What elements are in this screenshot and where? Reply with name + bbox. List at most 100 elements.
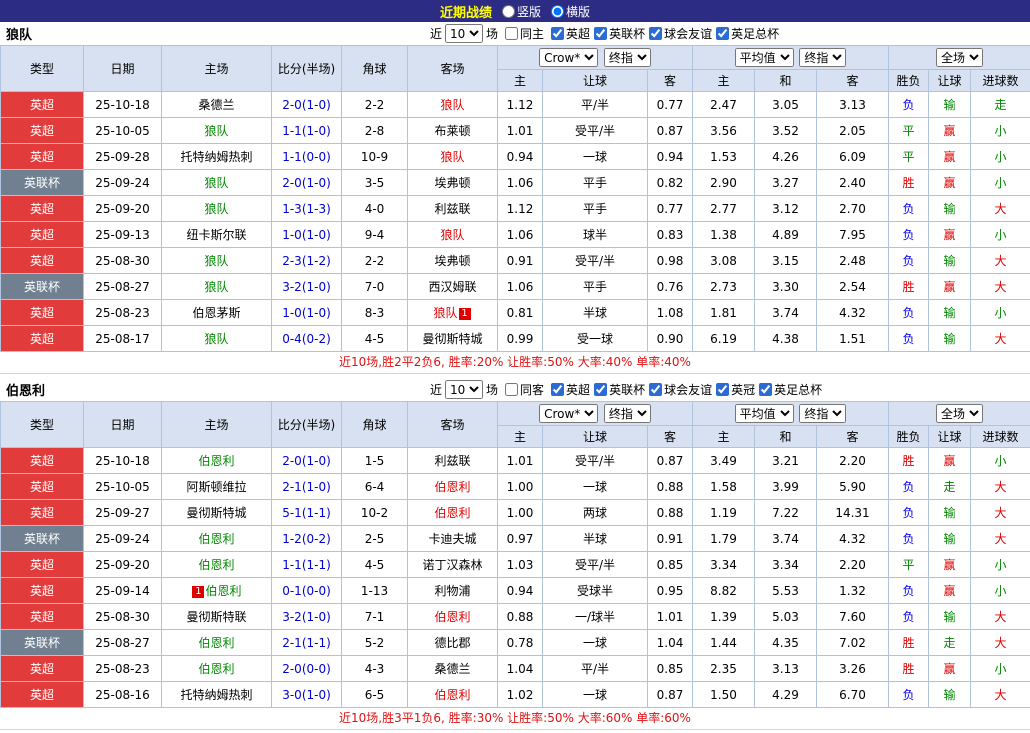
team-link[interactable]: 狼队 (440, 150, 464, 164)
score-cell[interactable]: 1-3(1-3) (272, 196, 342, 222)
team-link[interactable]: 托特纳姆热刺 (180, 150, 252, 164)
league-checkbox[interactable] (551, 383, 564, 396)
scope-select[interactable]: 全场 (936, 404, 983, 423)
score-cell[interactable]: 1-1(1-0) (272, 118, 342, 144)
score-cell[interactable]: 2-0(1-0) (272, 92, 342, 118)
scope-select[interactable]: 全场 (936, 48, 983, 67)
team-link[interactable]: 狼队 (204, 254, 228, 268)
score-cell[interactable]: 0-4(0-2) (272, 326, 342, 352)
layout-horizontal-option[interactable]: 横版 (551, 3, 590, 20)
score-cell[interactable]: 1-1(1-1) (272, 552, 342, 578)
league-checkbox[interactable] (759, 383, 772, 396)
score-cell[interactable]: 2-0(1-0) (272, 170, 342, 196)
team-link[interactable]: 狼队 (433, 306, 457, 320)
score-cell[interactable]: 1-0(1-0) (272, 222, 342, 248)
team-link[interactable]: 利兹联 (434, 454, 470, 468)
league-checkbox[interactable] (716, 383, 729, 396)
league-filter[interactable]: 英冠 (716, 381, 755, 398)
team-link[interactable]: 狼队 (204, 124, 228, 138)
avg-source-select[interactable]: 平均值 (735, 48, 794, 67)
team-link[interactable]: 布莱顿 (434, 124, 470, 138)
team-link[interactable]: 德比郡 (434, 636, 470, 650)
league-checkbox[interactable] (716, 27, 729, 40)
team-link[interactable]: 狼队 (204, 332, 228, 346)
league-filter[interactable]: 英联杯 (594, 381, 645, 398)
avg-source-select[interactable]: 平均值 (735, 404, 794, 423)
match-count-select[interactable]: 10 (445, 24, 483, 43)
team-link[interactable]: 伯恩利 (198, 662, 234, 676)
odds-source-select[interactable]: Crow* (539, 404, 598, 423)
score-cell[interactable]: 2-3(1-2) (272, 248, 342, 274)
team-link[interactable]: 伯恩利 (198, 532, 234, 546)
score-cell[interactable]: 3-2(1-0) (272, 274, 342, 300)
league-filter[interactable]: 球会友谊 (649, 381, 712, 398)
same-venue-checkbox[interactable] (505, 27, 518, 40)
vertical-radio[interactable] (502, 5, 515, 18)
odds-final-select[interactable]: 终指 (604, 404, 651, 423)
team-link[interactable]: 狼队 (440, 98, 464, 112)
score-cell[interactable]: 3-0(1-0) (272, 682, 342, 708)
team-link[interactable]: 伯恩利 (198, 558, 234, 572)
score-cell[interactable]: 3-2(1-0) (272, 604, 342, 630)
team-link[interactable]: 狼队 (204, 176, 228, 190)
score-cell[interactable]: 0-1(0-0) (272, 578, 342, 604)
team-link[interactable]: 曼彻斯特城 (422, 332, 482, 346)
team-link[interactable]: 曼彻斯特联 (186, 610, 246, 624)
team-link[interactable]: 桑德兰 (434, 662, 470, 676)
team-link[interactable]: 伯恩利 (198, 454, 234, 468)
score-cell[interactable]: 1-1(0-0) (272, 144, 342, 170)
team-link[interactable]: 伯恩茅斯 (192, 306, 240, 320)
horizontal-radio[interactable] (551, 5, 564, 18)
team-link[interactable]: 狼队 (440, 228, 464, 242)
score-cell[interactable]: 2-0(0-0) (272, 656, 342, 682)
odds-final-select[interactable]: 终指 (604, 48, 651, 67)
score-cell[interactable]: 2-1(1-1) (272, 630, 342, 656)
avg-final-select[interactable]: 终指 (799, 404, 846, 423)
team-link[interactable]: 埃弗顿 (434, 254, 470, 268)
league-checkbox[interactable] (649, 383, 662, 396)
score-cell[interactable]: 1-0(1-0) (272, 300, 342, 326)
odds-source-select[interactable]: Crow* (539, 48, 598, 67)
league-checkbox[interactable] (594, 27, 607, 40)
score-cell[interactable]: 5-1(1-1) (272, 500, 342, 526)
team-link[interactable]: 诺丁汉森林 (422, 558, 482, 572)
same-venue-checkbox[interactable] (505, 383, 518, 396)
team-link[interactable]: 纽卡斯尔联 (186, 228, 246, 242)
team-link[interactable]: 桑德兰 (198, 98, 234, 112)
team-link[interactable]: 阿斯顿维拉 (186, 480, 246, 494)
league-filter[interactable]: 英足总杯 (716, 25, 779, 42)
score-cell[interactable]: 2-0(1-0) (272, 448, 342, 474)
league-filter[interactable]: 英超 (551, 25, 590, 42)
team-link[interactable]: 伯恩利 (434, 688, 470, 702)
league-filter[interactable]: 英足总杯 (759, 381, 822, 398)
same-venue-filter[interactable]: 同客 (505, 381, 544, 398)
team-link[interactable]: 伯恩利 (434, 610, 470, 624)
team-link[interactable]: 狼队 (204, 280, 228, 294)
team-link[interactable]: 伯恩利 (434, 506, 470, 520)
crown-odds-home: 1.00 (498, 474, 543, 500)
team-link[interactable]: 狼队 (204, 202, 228, 216)
team-link[interactable]: 卡迪夫城 (428, 532, 476, 546)
avg-final-select[interactable]: 终指 (799, 48, 846, 67)
team-link[interactable]: 托特纳姆热刺 (180, 688, 252, 702)
team-link[interactable]: 曼彻斯特城 (186, 506, 246, 520)
team-link[interactable]: 利兹联 (434, 202, 470, 216)
same-venue-filter[interactable]: 同主 (505, 25, 544, 42)
layout-vertical-option[interactable]: 竖版 (502, 3, 541, 20)
league-filter[interactable]: 球会友谊 (649, 25, 712, 42)
league-checkbox[interactable] (649, 27, 662, 40)
score-cell[interactable]: 1-2(0-2) (272, 526, 342, 552)
league-checkbox[interactable] (551, 27, 564, 40)
team-link[interactable]: 伯恩利 (198, 636, 234, 650)
score-cell[interactable]: 2-1(1-0) (272, 474, 342, 500)
league-filter[interactable]: 英超 (551, 381, 590, 398)
team-link[interactable]: 西汉姆联 (428, 280, 476, 294)
team-link[interactable]: 利物浦 (434, 584, 470, 598)
league-filter[interactable]: 英联杯 (594, 25, 645, 42)
team-link[interactable]: 伯恩利 (434, 480, 470, 494)
match-count-select[interactable]: 10 (445, 380, 483, 399)
team-link[interactable]: 埃弗顿 (434, 176, 470, 190)
team-link[interactable]: 伯恩利 (205, 584, 241, 598)
corners-cell: 7-0 (342, 274, 408, 300)
league-checkbox[interactable] (594, 383, 607, 396)
